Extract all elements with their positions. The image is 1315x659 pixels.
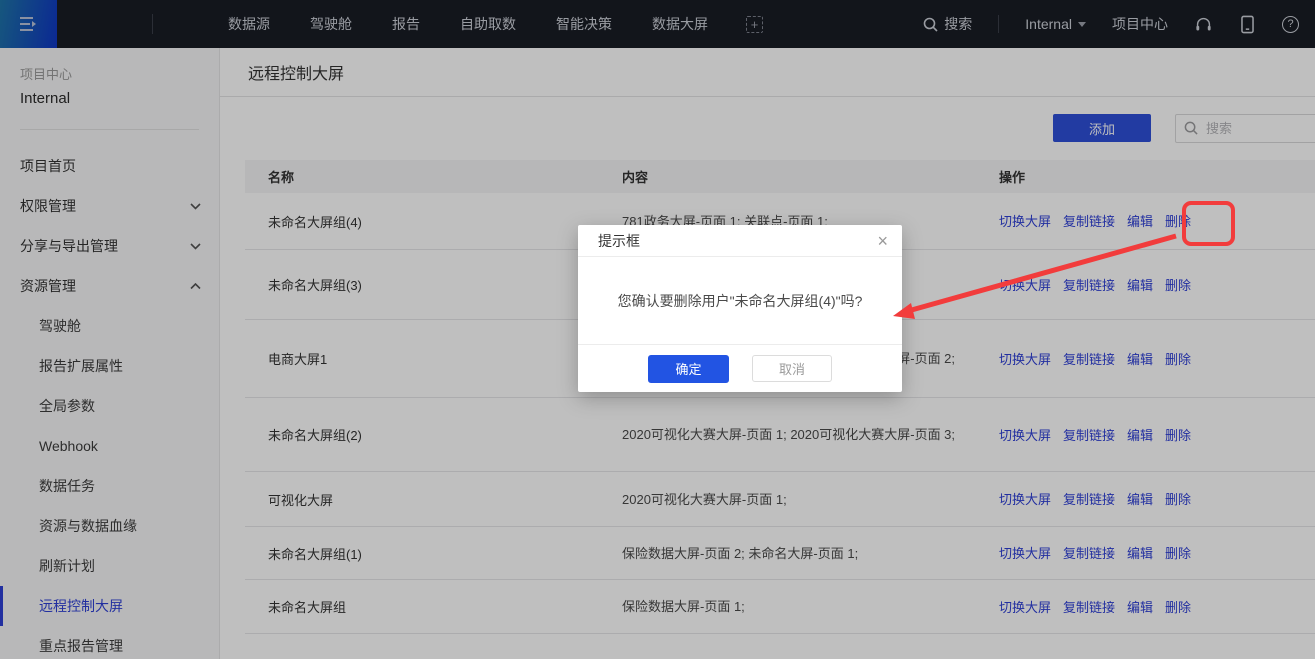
cancel-button[interactable]: 取消 [752, 355, 832, 382]
dialog-message: 您确认要删除用户"未命名大屏组(4)"吗? [618, 291, 863, 311]
confirm-dialog: 提示框 × 您确认要删除用户"未命名大屏组(4)"吗? 确定 取消 [578, 225, 902, 392]
close-icon[interactable]: × [877, 232, 888, 250]
dialog-title: 提示框 [598, 231, 640, 251]
confirm-button[interactable]: 确定 [648, 355, 729, 383]
